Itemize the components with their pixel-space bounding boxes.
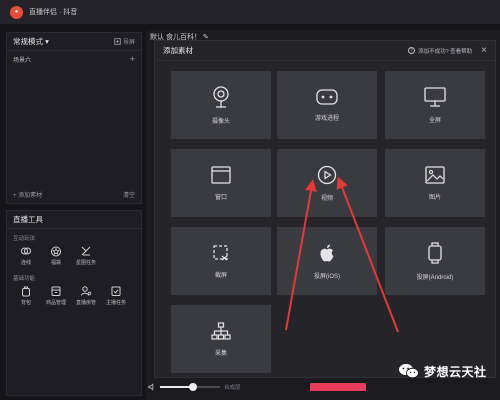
tools-panel: 直播工具 互动玩法 连线 福袋 星图任务 基础功能 背包 商品管理 直播房管 主… [6, 210, 142, 396]
tile-cast-ios[interactable]: 投屏(iOS) [277, 227, 377, 295]
tool-label: 主播任务 [105, 300, 126, 306]
start-live-button[interactable] [310, 383, 366, 391]
tool-star-task[interactable]: 星图任务 [71, 245, 101, 266]
tile-label: 投屏(Android) [416, 274, 454, 281]
import-icon [114, 38, 121, 45]
tool-label: 连线 [20, 260, 31, 266]
watermark: 梦想云天社 [398, 362, 487, 380]
tile-capture[interactable]: 采集 [171, 305, 271, 373]
scene-footer: + 添加素材 清空 [13, 190, 135, 199]
crop-icon [213, 244, 228, 260]
android-phone-icon [428, 241, 442, 264]
close-icon[interactable]: × [481, 45, 487, 56]
shop-icon [50, 285, 62, 297]
title-bar: ● 直播伴侣 · 抖音 [0, 0, 500, 24]
backpack-icon [20, 285, 32, 297]
tile-label: 窗口 [214, 194, 227, 201]
tile-video[interactable]: 视频 [277, 149, 377, 217]
mic-label: 台成层 [224, 385, 241, 391]
add-scene-icon[interactable]: + [130, 54, 135, 64]
tile-label: 视频 [320, 195, 333, 202]
tool-label: 背包 [20, 300, 31, 306]
tile-cast-android[interactable]: 投屏(Android) [385, 227, 485, 295]
dialog-title: 添加素材 [163, 46, 193, 55]
scene-item[interactable]: 场景六 + [7, 51, 141, 67]
tile-window[interactable]: 窗口 [171, 149, 271, 217]
tile-screenshot[interactable]: 截屏 [171, 227, 271, 295]
tile-game[interactable]: 游戏进程 [277, 71, 377, 139]
capture-tree-icon [211, 321, 231, 340]
tile-label: 投屏(iOS) [314, 273, 340, 280]
group-label-interaction: 互动玩法 [13, 236, 36, 242]
window-icon [211, 165, 231, 184]
app-logo-icon: ● [10, 5, 23, 19]
apple-icon [320, 244, 334, 261]
help-link[interactable]: ? 添加不成功? 查看帮助 × [408, 45, 487, 56]
tool-label: 星图任务 [75, 260, 96, 266]
scene-name: 场景六 [13, 57, 32, 64]
app-title: 直播伴侣 · 抖音 [29, 9, 78, 16]
tile-image[interactable]: 图片 [385, 149, 485, 217]
tool-label: 直播房管 [75, 300, 96, 306]
image-icon [425, 165, 445, 184]
dialog-header: 添加素材 ? 添加不成功? 查看帮助 × [155, 41, 495, 61]
import-button[interactable]: 导屏 [114, 37, 135, 46]
lucky-bag-icon [50, 245, 62, 257]
tile-label: 采集 [214, 350, 227, 357]
tile-label: 截屏 [214, 272, 227, 279]
scene-panel: 常规模式 ▾ 导屏 场景六 + + 添加素材 清空 [6, 32, 142, 204]
group-label-basic: 基础功能 [13, 276, 36, 282]
tool-link[interactable]: 连线 [11, 245, 41, 266]
help-text: 添加不成功? 查看帮助 [418, 48, 473, 55]
volume-control: 台成层 [148, 380, 308, 394]
wechat-icon [399, 364, 419, 379]
tile-label: 图片 [428, 194, 441, 201]
monitor-icon [424, 86, 446, 107]
scene-header: 常规模式 ▾ 导屏 [7, 33, 141, 51]
tool-shop[interactable]: 商品管理 [41, 285, 71, 306]
tool-label: 福袋 [50, 260, 61, 266]
add-material-button[interactable]: + 添加素材 [13, 190, 42, 199]
star-task-icon [80, 245, 92, 257]
watermark-text: 梦想云天社 [424, 364, 487, 379]
volume-slider[interactable] [160, 383, 220, 391]
tool-task[interactable]: 主播任务 [101, 285, 131, 306]
tool-label: 商品管理 [45, 300, 66, 306]
tool-room-admin[interactable]: 直播房管 [71, 285, 101, 306]
tool-backpack[interactable]: 背包 [11, 285, 41, 306]
tile-label: 游戏进程 [314, 115, 339, 122]
tile-fullscreen[interactable]: 全屏 [385, 71, 485, 139]
clear-button[interactable]: 清空 [123, 190, 135, 199]
mode-selector[interactable]: 常规模式 ▾ [13, 36, 49, 47]
help-icon: ? [408, 47, 416, 54]
tile-camera[interactable]: 摄像头 [171, 71, 271, 139]
volume-handle[interactable] [189, 383, 197, 391]
add-material-dialog: 添加素材 ? 添加不成功? 查看帮助 × 摄像头 游戏进程 全屏 窗口 视频 图… [154, 40, 496, 378]
tool-lucky-bag[interactable]: 福袋 [41, 245, 71, 266]
link-icon [20, 245, 32, 257]
play-icon [317, 165, 337, 184]
basic-tools: 背包 商品管理 直播房管 主播任务 [7, 285, 141, 306]
import-label: 导屏 [122, 40, 135, 46]
interaction-tools: 连线 福袋 星图任务 [7, 245, 141, 266]
speaker-icon[interactable] [148, 383, 156, 391]
tile-label: 摄像头 [211, 118, 230, 125]
gamepad-icon [316, 88, 338, 105]
task-icon [110, 285, 122, 297]
tools-title: 直播工具 [7, 211, 141, 229]
room-admin-icon [80, 285, 92, 297]
tile-label: 全屏 [428, 117, 441, 124]
camera-icon [213, 85, 229, 108]
